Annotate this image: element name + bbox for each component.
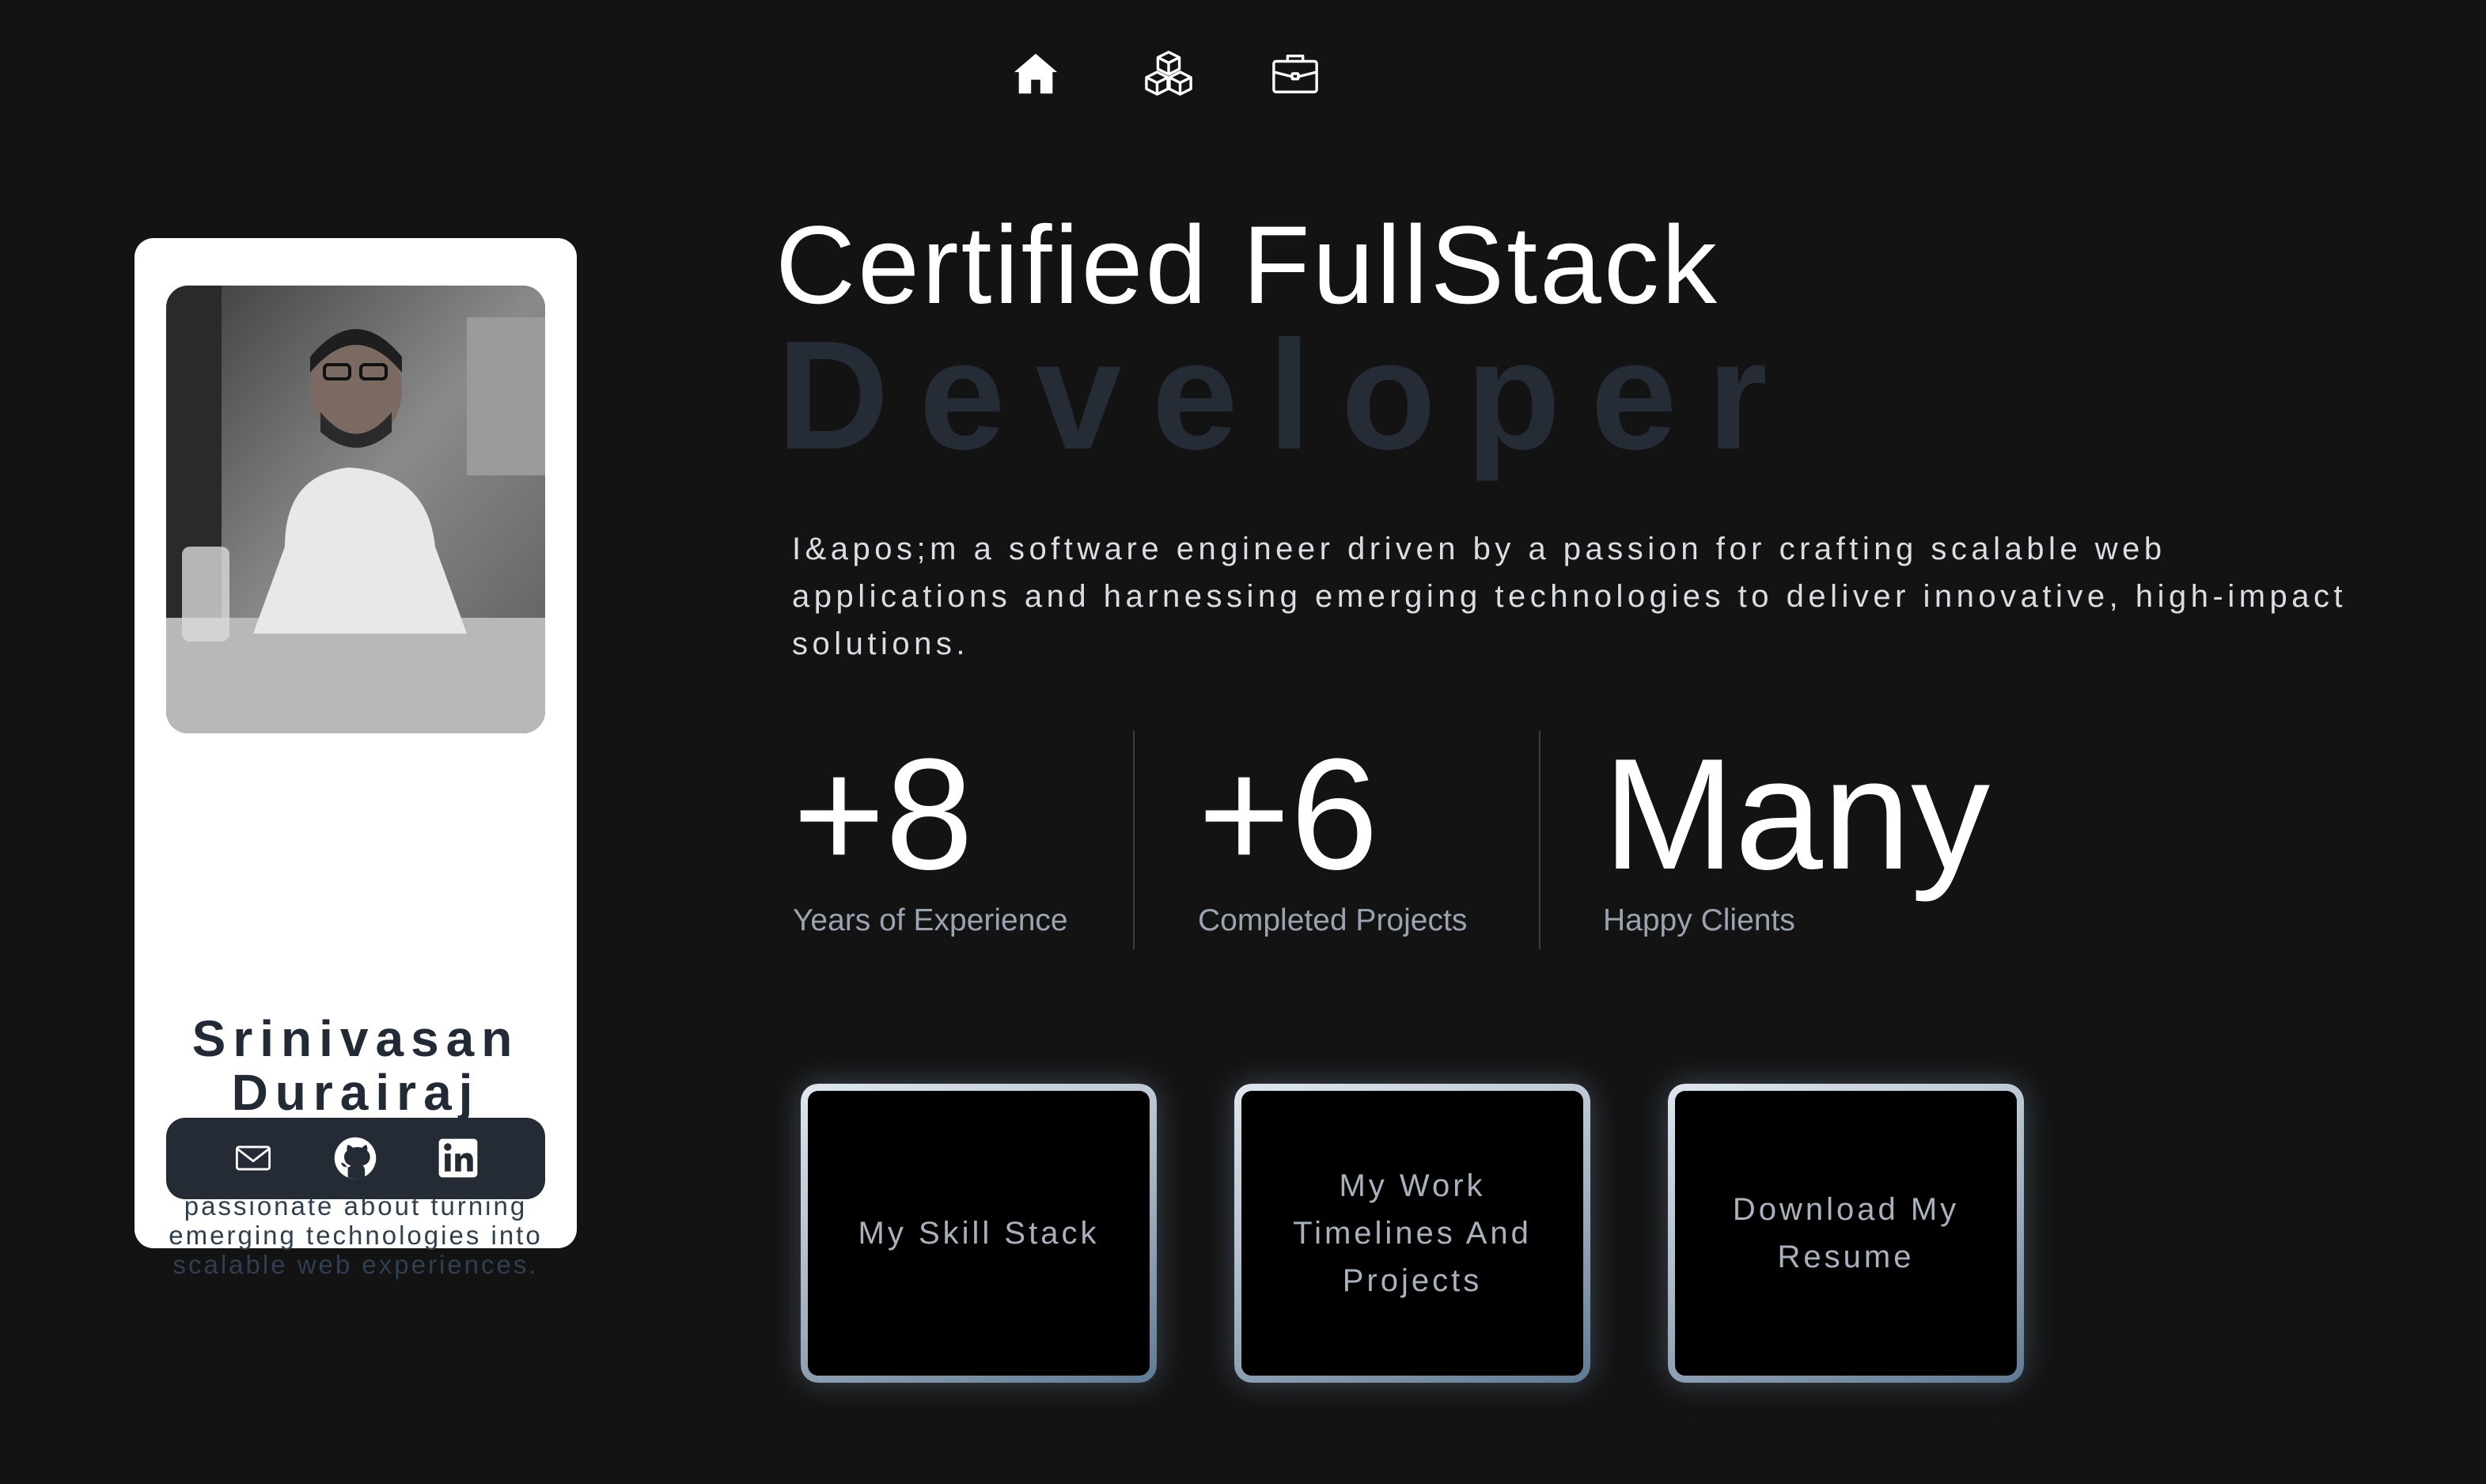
- github-icon[interactable]: [332, 1134, 379, 1182]
- stat-completed-projects: +6 Completed Projects: [1198, 736, 1467, 938]
- cubes-icon[interactable]: [1144, 49, 1193, 98]
- stat-label: Happy Clients: [1603, 903, 1795, 937]
- stat-years-experience: +8 Years of Experience: [793, 736, 1068, 938]
- mail-icon[interactable]: [229, 1134, 277, 1182]
- profile-name: Srinivasan Durairaj: [135, 1012, 577, 1119]
- briefcase-icon[interactable]: [1271, 49, 1320, 98]
- stat-divider: [1539, 731, 1540, 949]
- download-resume-button[interactable]: Download My Resume: [1668, 1084, 2024, 1383]
- work-timelines-button[interactable]: My Work Timelines And Projects: [1234, 1084, 1590, 1383]
- profile-last-name: Durairaj: [231, 1064, 480, 1121]
- skill-stack-label: My Skill Stack: [858, 1216, 1100, 1251]
- stat-divider: [1133, 731, 1135, 949]
- profile-card: Srinivasan Durairaj A software engineer …: [135, 238, 577, 1279]
- profile-first-name: Srinivasan: [191, 1010, 520, 1067]
- stat-value: +8: [793, 726, 974, 903]
- download-resume-label: Download My Resume: [1732, 1192, 1960, 1274]
- hero-subtitle: Developer: [777, 309, 1798, 482]
- stat-value: +6: [1198, 726, 1379, 903]
- social-links-bar: [166, 1118, 545, 1199]
- avatar: [166, 286, 545, 733]
- work-timelines-label: My Work Timelines And Projects: [1293, 1168, 1532, 1298]
- stat-label: Years of Experience: [793, 903, 1068, 937]
- stat-value: Many: [1603, 726, 1991, 903]
- skill-stack-button[interactable]: My Skill Stack: [801, 1084, 1157, 1383]
- hero-description: I&apos;m a software engineer driven by a…: [792, 532, 2348, 661]
- stat-happy-clients: Many Happy Clients: [1603, 736, 1990, 938]
- stat-label: Completed Projects: [1198, 903, 1468, 937]
- linkedin-icon[interactable]: [434, 1134, 482, 1182]
- home-icon[interactable]: [1011, 49, 1060, 98]
